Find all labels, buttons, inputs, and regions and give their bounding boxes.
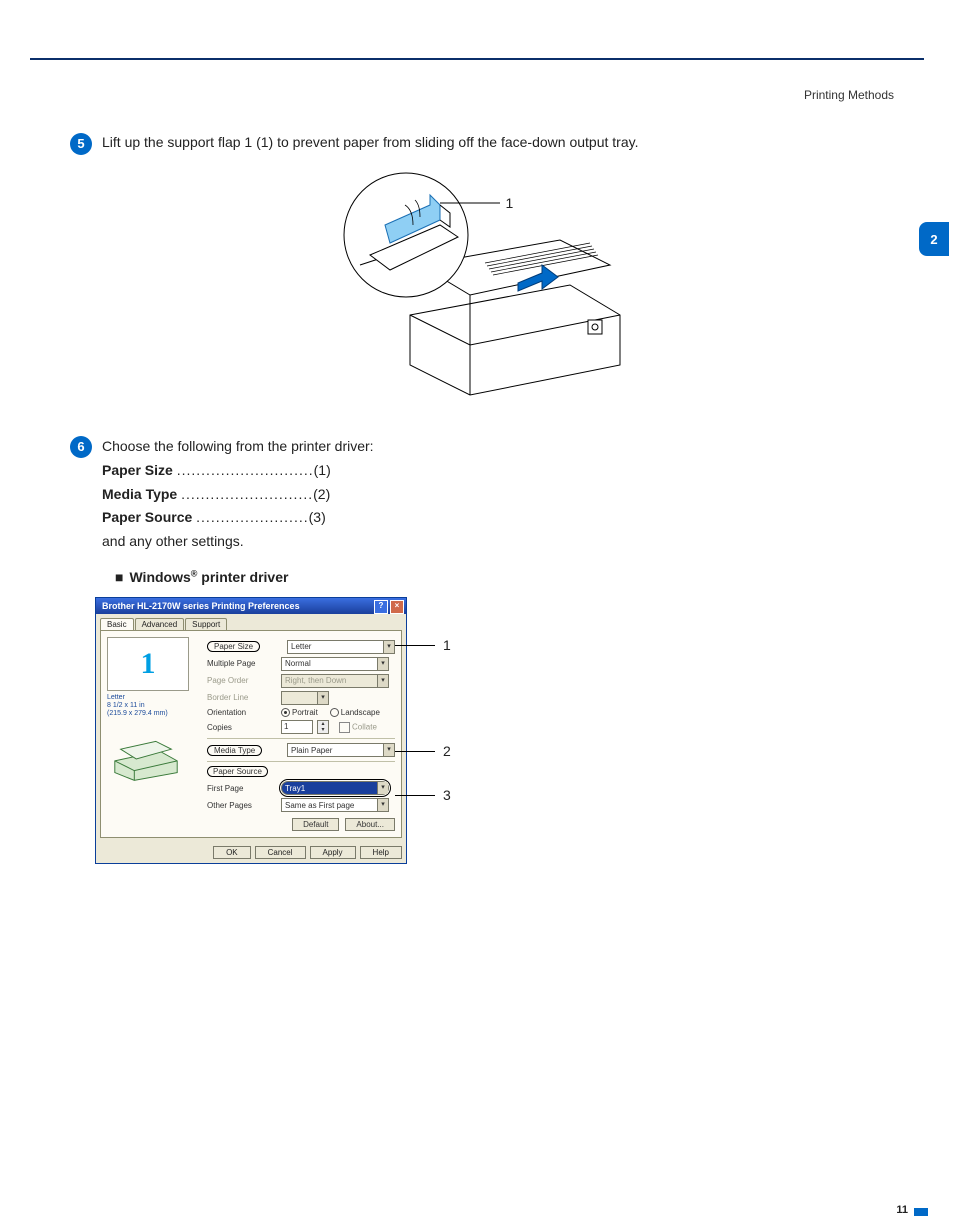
leader-3 xyxy=(395,795,435,796)
section-header: Printing Methods xyxy=(804,88,894,102)
chevron-down-icon[interactable]: ▾ xyxy=(377,658,388,670)
chevron-down-icon[interactable]: ▾ xyxy=(383,641,394,653)
dialog-tabs: Basic Advanced Support xyxy=(96,614,406,630)
help-button-icon[interactable]: ? xyxy=(374,600,388,614)
figure-callout-1: 1 xyxy=(506,195,514,211)
combo-first-page[interactable]: Tray1▾ xyxy=(281,781,389,795)
row-orientation: Orientation Portrait Landscape xyxy=(207,708,395,717)
label-media-type: Media Type xyxy=(207,745,262,756)
checkbox-collate xyxy=(339,722,350,733)
leader-label-3: 3 xyxy=(443,787,451,803)
dialog-screenshot: Brother HL-2170W series Printing Prefere… xyxy=(95,597,465,864)
group-paper-source: Paper Source xyxy=(207,766,395,777)
tab-advanced[interactable]: Advanced xyxy=(135,618,185,630)
combo-page-order: Right, then Down▾ xyxy=(281,674,389,688)
label-page-order: Page Order xyxy=(207,676,277,685)
row-border-line: Border Line ▾ xyxy=(207,691,395,705)
row-multiple-page: Multiple Page Normal▾ xyxy=(207,657,395,671)
label-multiple-page: Multiple Page xyxy=(207,659,277,668)
chevron-down-icon[interactable]: ▾ xyxy=(377,799,388,811)
button-apply[interactable]: Apply xyxy=(310,846,356,859)
step-5: 5 Lift up the support flap 1 (1) to prev… xyxy=(75,132,894,155)
page-number-accent xyxy=(914,1208,928,1216)
row-other-pages: Other Pages Same as First page▾ xyxy=(207,798,395,812)
step-6-outro: and any other settings. xyxy=(102,530,894,554)
label-paper-source-group: Paper Source xyxy=(207,766,268,777)
setting-paper-size: Paper Size ............................(… xyxy=(102,459,894,483)
paper-preview: 1 xyxy=(107,637,189,691)
row-page-order: Page Order Right, then Down▾ xyxy=(207,674,395,688)
label-paper-size: Paper Size xyxy=(207,641,260,652)
leader-label-1: 1 xyxy=(443,637,451,653)
copies-spinner[interactable]: ▴▾ xyxy=(317,720,329,734)
chevron-down-icon[interactable]: ▾ xyxy=(377,782,388,794)
label-orientation: Orientation xyxy=(207,708,277,717)
leader-1 xyxy=(395,645,435,646)
close-icon[interactable]: × xyxy=(390,600,404,614)
step-5-text: Lift up the support flap 1 (1) to preven… xyxy=(102,132,894,153)
printer-illustration: 1 xyxy=(320,165,650,405)
printer-icon xyxy=(107,731,185,781)
label-copies: Copies xyxy=(207,723,277,732)
setting-media-type: Media Type ...........................(2… xyxy=(102,483,894,507)
combo-other-pages[interactable]: Same as First page▾ xyxy=(281,798,389,812)
button-ok[interactable]: OK xyxy=(213,846,251,859)
combo-multiple-page[interactable]: Normal▾ xyxy=(281,657,389,671)
setting-paper-source: Paper Source .......................(3) xyxy=(102,506,894,530)
row-copies: Copies 1▴▾ Collate xyxy=(207,720,395,734)
label-first-page: First Page xyxy=(207,784,277,793)
combo-border-line: ▾ xyxy=(281,691,329,705)
paper-preview-caption: Letter 8 1/2 x 11 in (215.9 x 279.4 mm) xyxy=(107,694,207,719)
chevron-down-icon[interactable]: ▾ xyxy=(383,744,394,756)
printing-preferences-dialog: Brother HL-2170W series Printing Prefere… xyxy=(95,597,407,864)
dialog-title-text: Brother HL-2170W series Printing Prefere… xyxy=(102,601,300,611)
header-rule xyxy=(30,58,924,60)
combo-media-type[interactable]: Plain Paper▾ xyxy=(287,743,395,757)
input-copies[interactable]: 1 xyxy=(281,720,313,734)
tab-support[interactable]: Support xyxy=(185,618,227,630)
printer-svg xyxy=(320,165,650,405)
leader-2 xyxy=(395,751,435,752)
page-number: 11 xyxy=(896,1204,908,1216)
windows-driver-heading: ■Windows® printer driver xyxy=(115,568,894,585)
dialog-titlebar: Brother HL-2170W series Printing Prefere… xyxy=(96,598,406,614)
row-first-page: First Page Tray1▾ xyxy=(207,781,395,795)
button-default[interactable]: Default xyxy=(292,818,339,831)
step-6: 6 Choose the following from the printer … xyxy=(75,435,894,554)
label-other-pages: Other Pages xyxy=(207,801,277,810)
radio-portrait[interactable] xyxy=(281,708,290,717)
row-paper-size: Paper Size Letter▾ xyxy=(207,640,395,654)
radio-landscape[interactable] xyxy=(330,708,339,717)
button-about[interactable]: About... xyxy=(345,818,395,831)
combo-paper-size[interactable]: Letter▾ xyxy=(287,640,395,654)
row-media-type: Media Type Plain Paper▾ xyxy=(207,743,395,757)
step-6-intro: Choose the following from the printer dr… xyxy=(102,435,894,459)
step-bullet-6: 6 xyxy=(70,436,92,458)
leader-label-2: 2 xyxy=(443,743,451,759)
button-cancel[interactable]: Cancel xyxy=(255,846,306,859)
button-help[interactable]: Help xyxy=(360,846,402,859)
tab-basic[interactable]: Basic xyxy=(100,618,134,630)
chapter-tab: 2 xyxy=(919,222,949,256)
label-border-line: Border Line xyxy=(207,693,277,702)
step-bullet-5: 5 xyxy=(70,133,92,155)
